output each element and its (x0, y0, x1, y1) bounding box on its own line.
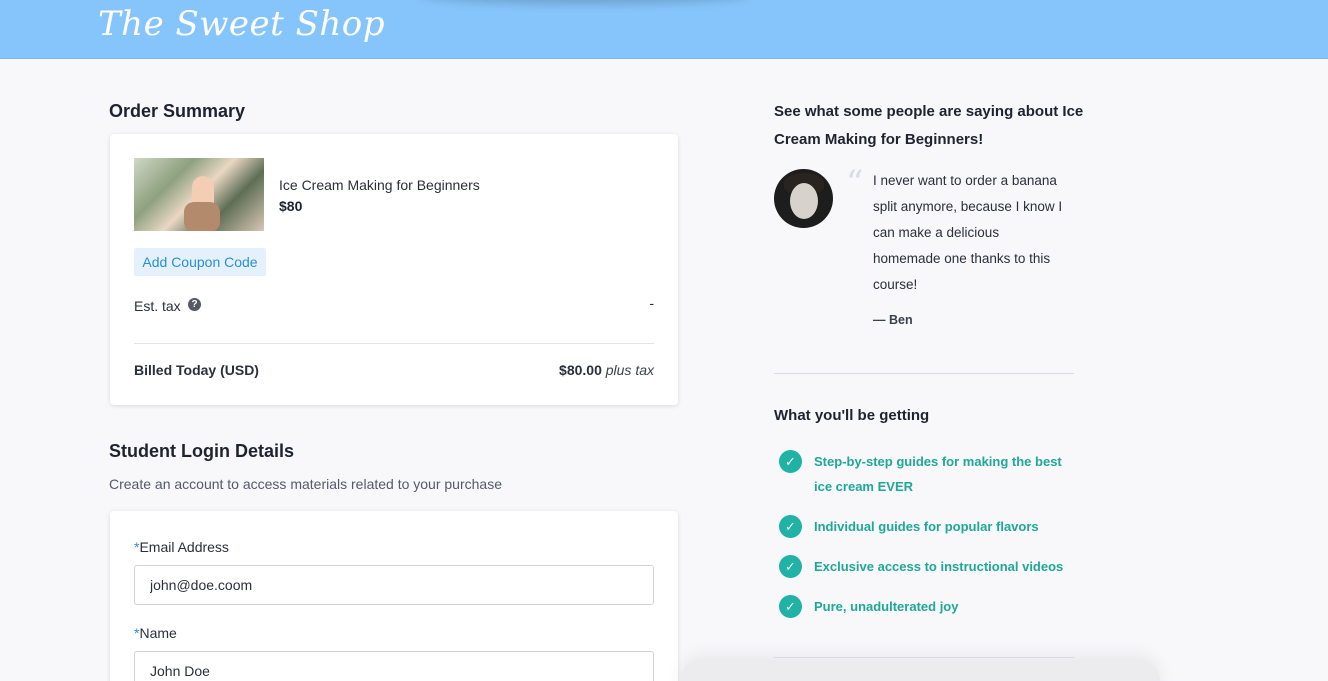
avatar-face (790, 183, 818, 219)
est-tax-value: - (649, 295, 654, 311)
billed-suffix: plus tax (605, 362, 654, 378)
divider (774, 657, 1074, 658)
login-form-card: *Email Address *Name (110, 511, 678, 681)
divider (774, 373, 1074, 374)
order-summary-card: Ice Cream Making for Beginners $80 Add C… (110, 134, 678, 405)
site-logo[interactable]: The Sweet Shop (98, 4, 385, 44)
testimonial-quote: I never want to order a banana split any… (873, 173, 1063, 292)
order-summary-title: Order Summary (109, 101, 246, 121)
product-price: $80 (279, 198, 303, 214)
product-name: Ice Cream Making for Beginners (279, 177, 480, 193)
login-details-subtitle: Create an account to access materials re… (109, 476, 502, 492)
login-details-title: Student Login Details (109, 441, 295, 461)
email-label-text: Email Address (139, 539, 229, 555)
add-coupon-button[interactable]: Add Coupon Code (134, 248, 266, 276)
email-input[interactable] (134, 565, 654, 605)
benefit-text: Exclusive access to instructional videos (814, 559, 1064, 574)
billed-amount: $80.00 (559, 362, 602, 378)
check-icon: ✓ (779, 450, 802, 473)
benefit-item: ✓ Exclusive access to instructional vide… (779, 555, 1079, 580)
check-icon: ✓ (779, 555, 802, 578)
testimonial-author: — Ben (873, 313, 913, 327)
hand-image (184, 202, 220, 231)
billed-today-value: $80.00 plus tax (559, 362, 654, 378)
check-icon: ✓ (779, 595, 802, 618)
product-thumbnail (134, 158, 264, 231)
name-label-text: Name (139, 625, 177, 641)
quote-icon: “ (846, 163, 864, 203)
benefit-text: Pure, unadulterated joy (814, 599, 959, 614)
billed-today-label: Billed Today (USD) (134, 362, 259, 378)
est-tax-label: Est. tax (134, 298, 181, 314)
benefit-text: Individual guides for popular flavors (814, 519, 1039, 534)
name-input[interactable] (134, 651, 654, 681)
email-label: *Email Address (134, 539, 229, 555)
divider (134, 343, 654, 344)
page-footer-shadow (680, 660, 1160, 681)
benefits-title: What you'll be getting (774, 407, 930, 424)
benefit-text: Step-by-step guides for making the best … (814, 454, 1062, 494)
testimonial-heading: See what some people are saying about Ic… (774, 103, 1084, 148)
name-label: *Name (134, 625, 177, 641)
benefit-item: ✓ Pure, unadulterated joy (779, 595, 1079, 620)
help-icon[interactable]: ? (188, 298, 201, 311)
avatar (774, 169, 833, 228)
benefit-item: ✓ Individual guides for popular flavors (779, 515, 1079, 540)
benefit-item: ✓ Step-by-step guides for making the bes… (779, 450, 1079, 500)
site-header: The Sweet Shop (0, 0, 1328, 59)
check-icon: ✓ (779, 515, 802, 538)
